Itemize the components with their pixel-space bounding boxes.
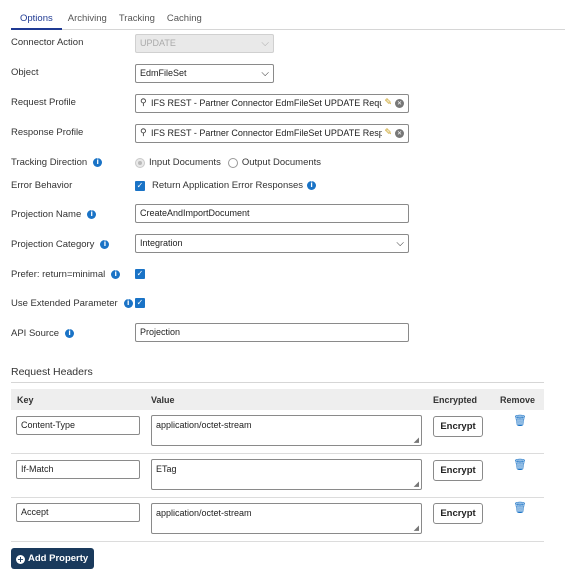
radio-input-documents[interactable]: [135, 157, 145, 168]
encrypt-button[interactable]: Encrypt: [433, 503, 483, 524]
column-encrypted: Encrypted: [433, 395, 478, 405]
projection-category-label: Projection Category i: [11, 239, 110, 250]
request-profile-field[interactable]: ⚲ IFS REST - Partner Connector EdmFileSe…: [135, 94, 409, 113]
connector-action-label: Connector Action: [11, 37, 84, 48]
pencil-icon[interactable]: ✎: [384, 125, 392, 142]
clear-icon[interactable]: ✕: [395, 99, 404, 108]
plus-circle-icon: +: [16, 555, 25, 564]
api-source-input[interactable]: Projection: [135, 323, 409, 342]
response-profile-label: Response Profile: [11, 127, 84, 138]
object-select[interactable]: EdmFileSet ⌵: [135, 64, 274, 83]
projection-name-label: Projection Name i: [11, 209, 97, 220]
info-icon[interactable]: i: [93, 158, 103, 167]
header-value-input[interactable]: application/octet-stream ◢: [151, 503, 422, 534]
section-divider: [11, 382, 544, 383]
header-key-input[interactable]: Content-Type: [16, 416, 140, 435]
info-icon[interactable]: i: [87, 210, 97, 219]
search-icon[interactable]: ⚲: [140, 95, 147, 112]
info-icon[interactable]: i: [307, 181, 317, 190]
object-label: Object: [11, 67, 39, 78]
chevron-down-icon: ⌵: [396, 238, 404, 249]
info-icon[interactable]: i: [123, 299, 133, 308]
resize-grip-icon[interactable]: ◢: [414, 480, 419, 488]
encrypt-button[interactable]: Encrypt: [433, 460, 483, 481]
clear-icon[interactable]: ✕: [395, 129, 404, 138]
table-row: Accept application/octet-stream ◢ Encryp…: [11, 498, 544, 542]
resize-grip-icon[interactable]: ◢: [414, 524, 419, 532]
request-profile-label: Request Profile: [11, 97, 76, 108]
table-row: Content-Type application/octet-stream ◢ …: [11, 410, 544, 454]
tracking-direction-label: Tracking Direction i: [11, 157, 103, 168]
use-extended-parameter-checkbox[interactable]: ✓: [135, 298, 145, 308]
column-remove: Remove: [500, 395, 536, 405]
encrypt-button[interactable]: Encrypt: [433, 416, 483, 437]
error-behavior-label: Error Behavior: [11, 180, 73, 191]
header-value-input[interactable]: application/octet-stream ◢: [151, 415, 422, 446]
tab-bar: Options Archiving Tracking Caching: [11, 8, 565, 30]
tab-archiving[interactable]: Archiving: [62, 8, 113, 30]
connector-action-select: UPDATE ⌵: [135, 34, 274, 53]
info-icon[interactable]: i: [65, 329, 75, 338]
request-headers-title: Request Headers: [11, 366, 93, 378]
tab-caching[interactable]: Caching: [161, 8, 208, 30]
use-extended-parameter-label: Use Extended Parameter i: [11, 298, 133, 309]
error-behavior-checkbox[interactable]: ✓: [135, 180, 145, 191]
projection-name-input[interactable]: CreateAndImportDocument: [135, 204, 409, 223]
radio-output-documents[interactable]: [227, 157, 238, 168]
tab-options[interactable]: Options: [11, 8, 62, 30]
tab-tracking[interactable]: Tracking: [113, 8, 161, 30]
error-behavior-option: ✓ Return Application Error Responses i: [135, 180, 317, 191]
pencil-icon[interactable]: ✎: [384, 95, 392, 112]
trash-icon[interactable]: 🗑: [513, 414, 527, 427]
trash-icon[interactable]: 🗑: [513, 458, 527, 471]
projection-category-select[interactable]: Integration ⌵: [135, 234, 409, 253]
info-icon[interactable]: i: [111, 270, 121, 279]
prefer-return-minimal-label: Prefer: return=minimal i: [11, 269, 121, 280]
search-icon[interactable]: ⚲: [140, 125, 147, 142]
add-property-button[interactable]: + Add Property: [11, 548, 94, 569]
header-key-input[interactable]: If-Match: [16, 460, 140, 479]
request-headers-table-header: Key Value Encrypted Remove: [11, 389, 544, 410]
chevron-down-icon: ⌵: [261, 38, 269, 49]
header-key-input[interactable]: Accept: [16, 503, 140, 522]
info-icon[interactable]: i: [100, 240, 110, 249]
chevron-down-icon: ⌵: [261, 68, 269, 79]
response-profile-field[interactable]: ⚲ IFS REST - Partner Connector EdmFileSe…: [135, 124, 409, 143]
table-row: If-Match ETag ◢ Encrypt 🗑: [11, 454, 544, 498]
column-key: Key: [17, 395, 34, 405]
column-value: Value: [151, 395, 175, 405]
trash-icon[interactable]: 🗑: [513, 501, 527, 514]
resize-grip-icon[interactable]: ◢: [414, 436, 419, 444]
prefer-return-minimal-checkbox[interactable]: ✓: [135, 269, 145, 279]
header-value-input[interactable]: ETag ◢: [151, 459, 422, 490]
tracking-direction-options: Input Documents Output Documents: [135, 157, 321, 168]
api-source-label: API Source i: [11, 328, 75, 339]
